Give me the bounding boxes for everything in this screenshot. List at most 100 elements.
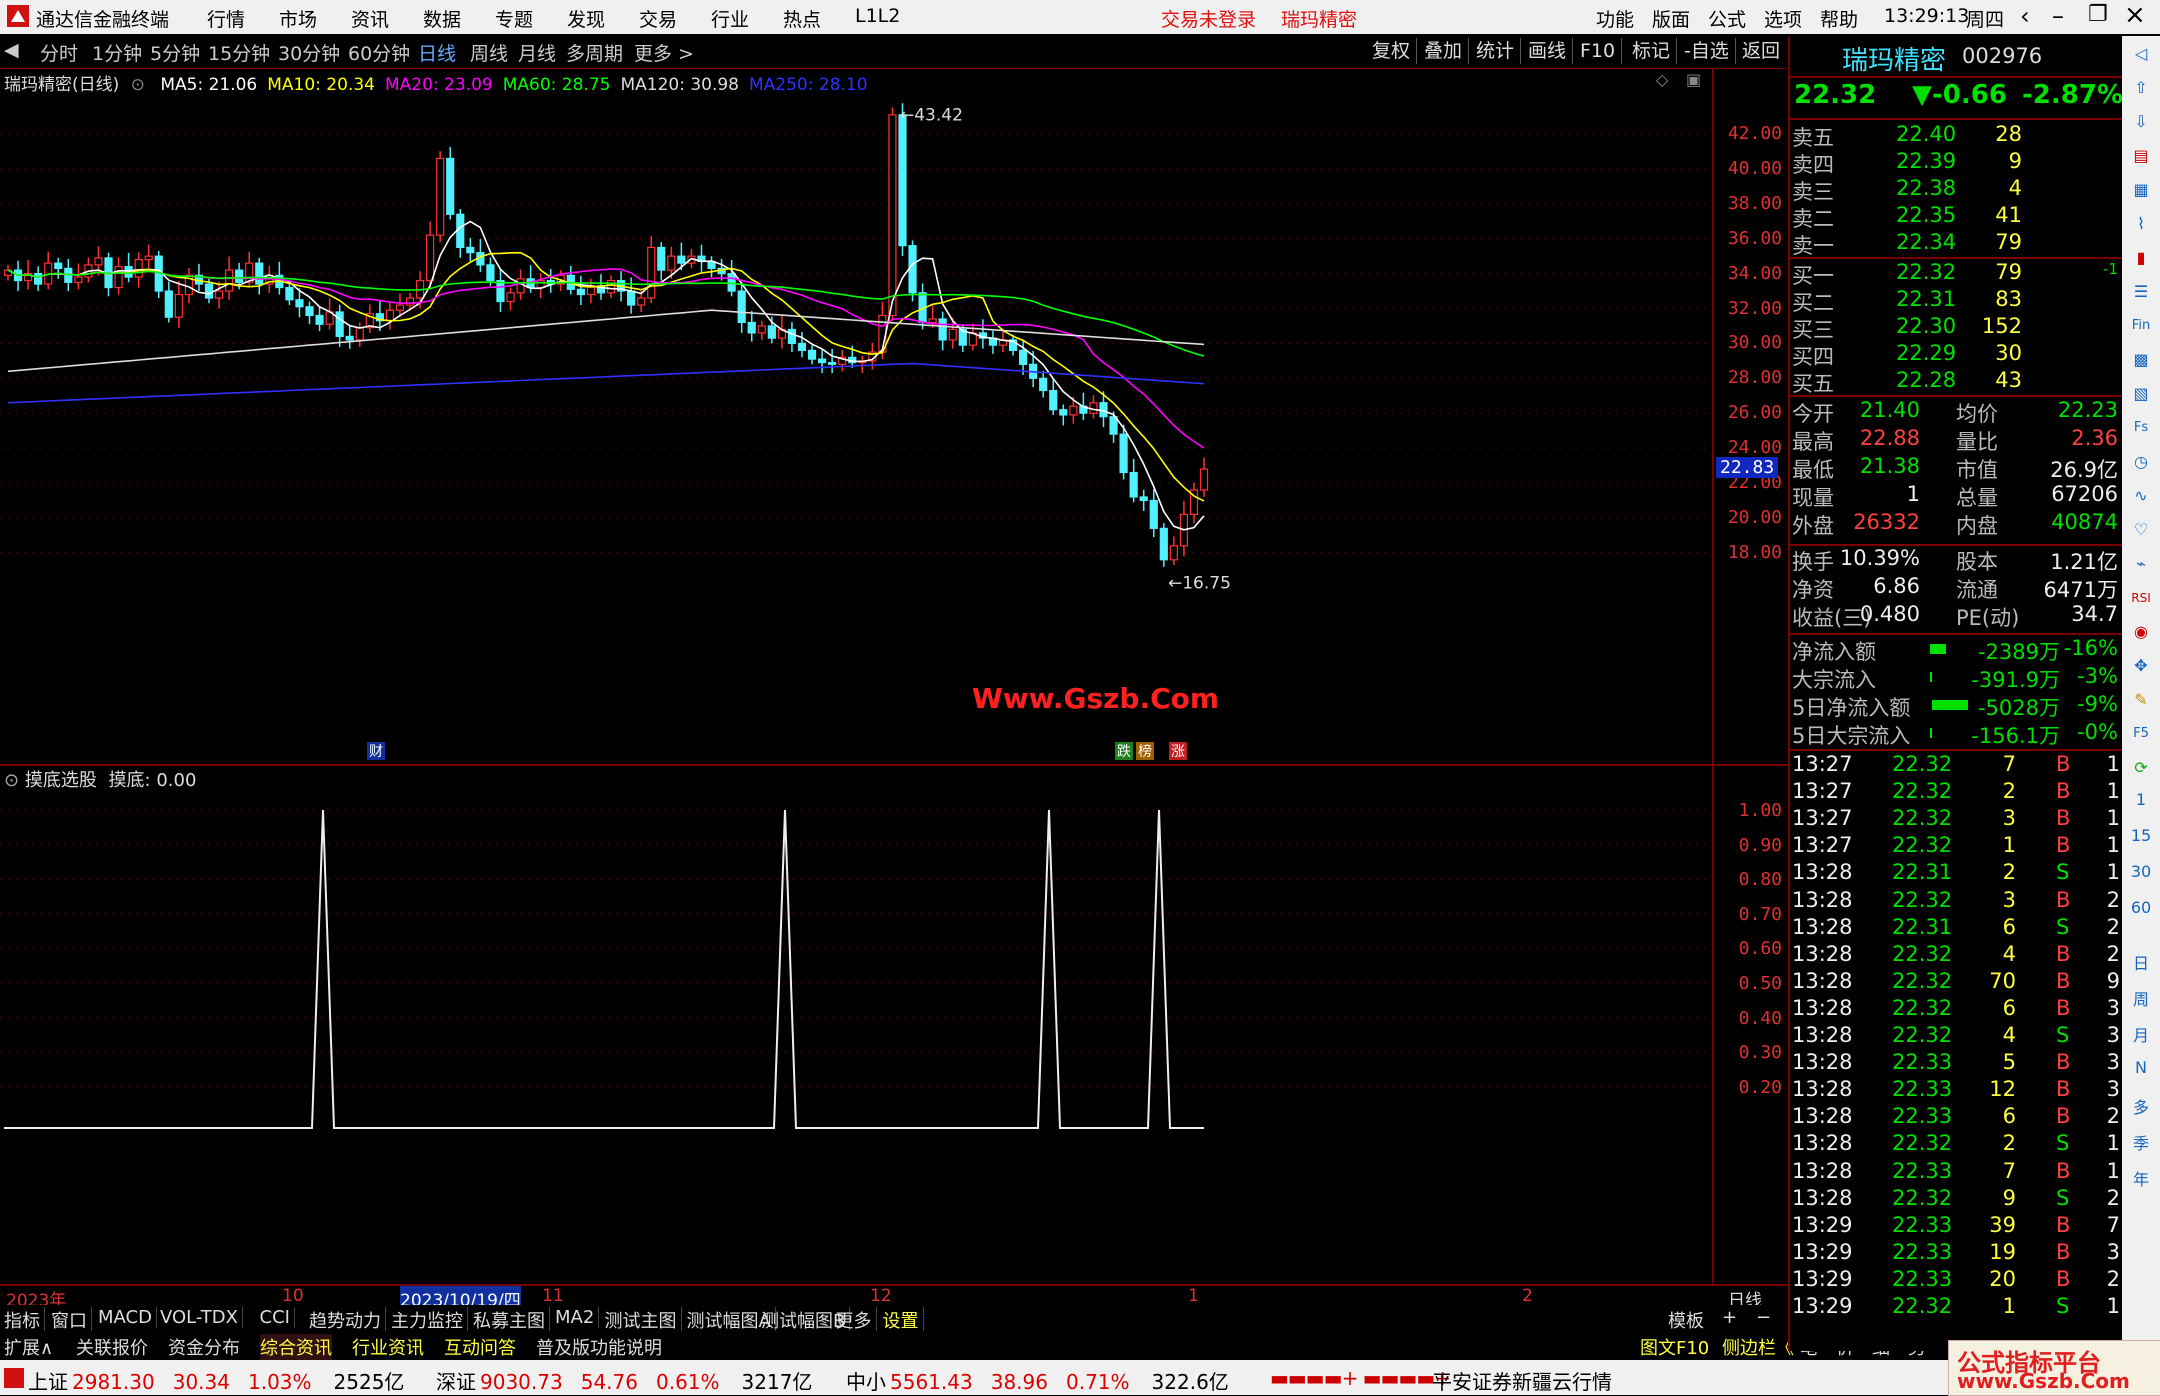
menu-market[interactable]: 市场	[279, 5, 317, 32]
info-tab[interactable]: 资金分布	[168, 1334, 240, 1360]
tick-row[interactable]: 13:28 22.32 9 S 2	[1790, 1186, 2122, 1213]
sidebar-period[interactable]: 日	[2122, 950, 2160, 974]
pulse-icon[interactable]: ⌁	[2129, 552, 2153, 576]
down-icon[interactable]: ⇩	[2129, 110, 2153, 134]
indicator-tab[interactable]: 趋势动力	[309, 1307, 386, 1333]
indicator-tab[interactable]: 指标	[4, 1307, 45, 1333]
menu-function[interactable]: 功能	[1596, 5, 1634, 32]
indicator-tab[interactable]: 更多	[836, 1307, 877, 1333]
period-tab-1min[interactable]: 1分钟	[92, 39, 142, 66]
menu-trade[interactable]: 交易	[639, 5, 677, 32]
template-button[interactable]: −	[1756, 1307, 1771, 1328]
side-tab[interactable]: 图文F10	[1640, 1334, 1709, 1360]
up-icon[interactable]: ⇧	[2129, 76, 2153, 100]
sidebar-period[interactable]: 周	[2122, 986, 2160, 1010]
stats-button[interactable]: 统计	[1470, 38, 1522, 64]
index-item[interactable]: 上证 2981.30 30.34 1.03% 2525亿	[28, 1366, 404, 1395]
period-tab-60min[interactable]: 60分钟	[348, 39, 410, 66]
rsi-icon[interactable]: RSI	[2129, 586, 2153, 610]
tick-row[interactable]: 13:28 22.31 6 S 2	[1790, 915, 2122, 942]
indicator-tab[interactable]: 设置	[883, 1307, 924, 1333]
tick-row[interactable]: 13:28 22.33 6 B 2	[1790, 1104, 2122, 1131]
period-tab-weekly[interactable]: 周线	[470, 39, 508, 66]
menu-options[interactable]: 选项	[1764, 5, 1802, 32]
bid-row[interactable]: 买三 22.30 152	[1790, 314, 2122, 342]
sidebar-period[interactable]: 1	[2122, 790, 2160, 809]
sidebar-period[interactable]: 年	[2122, 1166, 2160, 1190]
period-tab-more[interactable]: 更多 >	[634, 39, 694, 66]
wave-icon[interactable]: ∿	[2129, 484, 2153, 508]
sidebar-period[interactable]: 30	[2122, 862, 2160, 881]
bid-row[interactable]: 买二 22.31 83	[1790, 287, 2122, 315]
tick-row[interactable]: 13:28 22.33 12 B 3	[1790, 1077, 2122, 1104]
line-chart-icon[interactable]: ⌇	[2129, 212, 2153, 236]
indicator-tab[interactable]: 主力监控	[391, 1307, 468, 1333]
sidebar-period[interactable]: 多	[2122, 1094, 2160, 1118]
ask-row[interactable]: 卖三 22.38 4	[1790, 176, 2122, 204]
menu-data[interactable]: 数据	[423, 5, 461, 32]
info-tab[interactable]: 行业资讯	[352, 1334, 424, 1360]
tick-row[interactable]: 13:28 22.33 5 B 3	[1790, 1050, 2122, 1077]
tick-row[interactable]: 13:29 22.33 39 B 7	[1790, 1213, 2122, 1240]
move-icon[interactable]: ✥	[2129, 654, 2153, 678]
menu-l1l2[interactable]: L1L2	[855, 5, 900, 27]
bell-icon[interactable]: ◉	[2129, 620, 2153, 644]
period-tab-30min[interactable]: 30分钟	[278, 39, 340, 66]
fin-icon[interactable]: Fin	[2129, 314, 2153, 338]
index-item[interactable]: 中小 5561.43 38.96 0.71% 322.6亿	[846, 1366, 1229, 1395]
doc-icon[interactable]: ▧	[2129, 382, 2153, 406]
indicator-tab[interactable]: 测试主图	[605, 1307, 682, 1333]
news-icon[interactable]: ▤	[2129, 144, 2153, 168]
ask-row[interactable]: 卖一 22.34 79	[1790, 230, 2122, 258]
tick-row[interactable]: 13:29 22.32 1 S 1	[1790, 1294, 2122, 1321]
minimize-icon[interactable]: –	[2052, 2, 2064, 30]
sidebar-period[interactable]: 15	[2122, 826, 2160, 845]
tick-row[interactable]: 13:29 22.33 19 B 3	[1790, 1240, 2122, 1267]
period-tab-multi[interactable]: 多周期	[566, 39, 623, 66]
heart-icon[interactable]: ♡	[2129, 518, 2153, 542]
collapse-left-icon[interactable]: ◁	[2129, 42, 2153, 66]
candlestick-chart[interactable]: ←43.42 ←16.75 财 跌榜 涨	[0, 68, 1712, 764]
f5-icon[interactable]: F5	[2129, 722, 2153, 746]
period-tab-monthly[interactable]: 月线	[518, 39, 556, 66]
indicator-tab[interactable]: 窗口	[51, 1307, 92, 1333]
overlay-button[interactable]: 叠加	[1418, 38, 1470, 64]
list-icon[interactable]: ☰	[2129, 280, 2153, 304]
collapse-icon[interactable]: ◀	[4, 39, 19, 61]
menu-help[interactable]: 帮助	[1820, 5, 1858, 32]
index-item[interactable]: 深证 9030.73 54.76 0.61% 3217亿	[436, 1366, 812, 1395]
f10-button[interactable]: F10	[1574, 38, 1623, 64]
period-tab-5min[interactable]: 5分钟	[150, 39, 200, 66]
ask-row[interactable]: 卖五 22.40 28	[1790, 122, 2122, 150]
pen-icon[interactable]: ✎	[2129, 688, 2153, 712]
info-tab[interactable]: 互动问答	[444, 1334, 516, 1360]
return-button[interactable]: 返回	[1736, 38, 1786, 64]
sidebar-period[interactable]: 60	[2122, 898, 2160, 917]
side-tab[interactable]: 侧边栏《	[1722, 1334, 1794, 1360]
menu-quote[interactable]: 行情	[207, 5, 245, 32]
main-chart[interactable]: 瑞玛精密(日线) ⊙ MA5: 21.06 MA10: 20.34 MA20: 23…	[0, 68, 1712, 766]
tick-row[interactable]: 13:28 22.32 6 B 3	[1790, 996, 2122, 1023]
template-button[interactable]: +	[1722, 1307, 1737, 1328]
indicator-pane[interactable]: ⊙ 摸底选股 摸底: 0.00	[0, 766, 1712, 1286]
period-tab-daily[interactable]: 日线	[418, 39, 456, 66]
back-icon[interactable]: ‹	[2020, 2, 2030, 30]
menu-news[interactable]: 资讯	[351, 5, 389, 32]
fs-icon[interactable]: Fs	[2129, 416, 2153, 440]
indicator-tab[interactable]: MACD	[98, 1307, 157, 1328]
indicator-tab[interactable]: CCI	[260, 1307, 295, 1328]
tick-row[interactable]: 13:29 22.33 20 B 2	[1790, 1267, 2122, 1294]
close-icon[interactable]: ×	[2124, 0, 2146, 30]
sidebar-period[interactable]: 季	[2122, 1130, 2160, 1154]
tick-row[interactable]: 13:28 22.32 4 S 3	[1790, 1023, 2122, 1050]
bid-row[interactable]: 买一 22.32 79 -1	[1790, 260, 2122, 288]
bid-row[interactable]: 买五 22.28 43	[1790, 368, 2122, 396]
tick-row[interactable]: 13:27 22.32 2 B 1	[1790, 779, 2122, 806]
watchlist-button[interactable]: -自选	[1678, 38, 1736, 64]
menu-hot[interactable]: 热点	[783, 5, 821, 32]
ask-row[interactable]: 卖二 22.35 41	[1790, 203, 2122, 231]
adjust-button[interactable]: 复权	[1366, 38, 1418, 64]
period-tab-timeshare[interactable]: 分时	[40, 39, 78, 66]
template-button[interactable]: 模板	[1668, 1307, 1704, 1333]
tick-row[interactable]: 13:27 22.32 3 B 1	[1790, 806, 2122, 833]
